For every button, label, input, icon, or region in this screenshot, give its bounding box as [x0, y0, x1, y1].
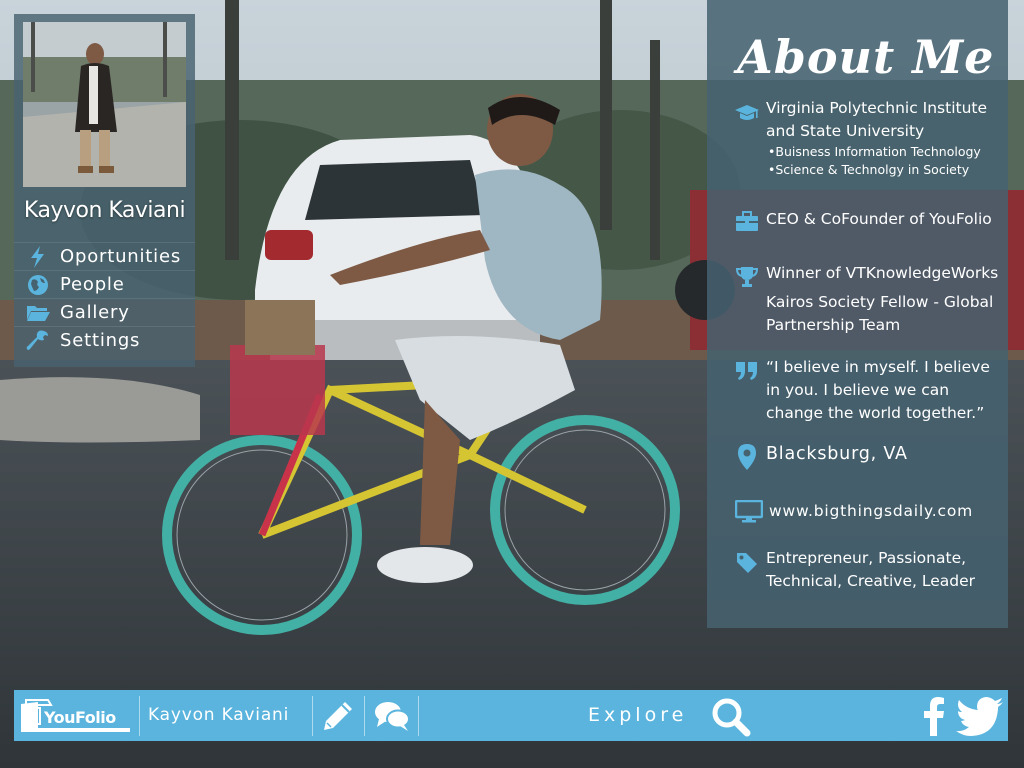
award-2-cont: Partnership Team: [766, 316, 901, 334]
bottom-bar: YouFolio Kayvon Kaviani Explore: [14, 690, 1008, 741]
search-icon[interactable]: [711, 697, 751, 737]
separator: [139, 696, 140, 736]
profile-card: Kayvon Kaviani Oportunities People Galle…: [14, 14, 195, 367]
tags-line-1: Entrepreneur, Passionate,: [766, 549, 967, 567]
nav-item-opportunities[interactable]: Oportunities: [14, 242, 195, 270]
quote-line-3: change the world together.”: [766, 404, 985, 422]
pencil-icon[interactable]: [321, 699, 355, 733]
location-text: Blacksburg, VA: [766, 444, 908, 464]
profile-photo[interactable]: [23, 22, 186, 187]
twitter-icon[interactable]: [956, 697, 1004, 737]
chat-bubbles-icon[interactable]: [374, 699, 410, 733]
profile-name: Kayvon Kaviani: [23, 198, 186, 223]
logo-text: YouFolio: [44, 708, 116, 727]
globe-icon: [26, 274, 50, 296]
education-major-1: •Buisness Information Technology: [768, 144, 981, 159]
folder-icon: [26, 302, 50, 324]
explore-label[interactable]: Explore: [588, 704, 687, 726]
about-quote: “I believe in myself. I believe in you. …: [735, 356, 1003, 428]
education-major-2: •Science & Technolgy in Society: [768, 162, 970, 177]
about-card: About Me Virginia Polytechnic Institute …: [707, 0, 1008, 628]
role-text: CEO & CoFounder of YouFolio: [766, 210, 992, 228]
award-2: Kairos Society Fellow - Global: [766, 293, 994, 311]
education-line-2: and State University: [766, 122, 925, 140]
trophy-icon: [735, 265, 759, 289]
about-location: Blacksburg, VA: [735, 443, 1003, 473]
youfolio-logo[interactable]: YouFolio: [18, 696, 138, 734]
nav-item-label: Gallery: [60, 302, 130, 323]
monitor-icon: [734, 499, 764, 524]
profile-photo-image: [23, 22, 186, 187]
education-line-1: Virginia Polytechnic Institute: [766, 99, 988, 117]
wrench-icon: [26, 330, 50, 352]
award-1: Winner of VTKnowledgeWorks: [766, 264, 999, 282]
nav-item-label: Settings: [60, 330, 141, 351]
map-pin-icon: [735, 443, 759, 470]
facebook-icon[interactable]: [922, 696, 946, 736]
profile-nav: Oportunities People Gallery Settings: [14, 242, 195, 354]
about-awards: Winner of VTKnowledgeWorks Kairos Societ…: [735, 262, 1003, 334]
briefcase-icon: [735, 209, 759, 233]
quote-icon: [735, 359, 759, 383]
separator: [418, 696, 419, 736]
about-title: About Me: [737, 30, 995, 84]
website-link[interactable]: www.bigthingsdaily.com: [769, 500, 1009, 523]
tags-line-2: Technical, Creative, Leader: [766, 572, 976, 590]
nav-item-label: People: [60, 274, 125, 295]
separator: [364, 696, 365, 736]
nav-item-people[interactable]: People: [14, 270, 195, 298]
about-role: CEO & CoFounder of YouFolio: [735, 208, 1003, 234]
graduation-cap-icon: [735, 101, 759, 125]
quote-line-1: “I believe in myself. I believe: [766, 358, 990, 376]
bar-user-name[interactable]: Kayvon Kaviani: [148, 705, 289, 725]
separator: [312, 696, 313, 736]
lightning-icon: [26, 246, 50, 268]
quote-line-2: in you. I believe we can: [766, 381, 950, 399]
about-education: Virginia Polytechnic Institute and State…: [735, 97, 1003, 183]
tag-icon: [735, 551, 759, 575]
nav-item-settings[interactable]: Settings: [14, 326, 195, 354]
nav-item-label: Oportunities: [60, 246, 181, 267]
about-website[interactable]: www.bigthingsdaily.com: [734, 499, 1003, 528]
nav-item-gallery[interactable]: Gallery: [14, 298, 195, 326]
about-tags: Entrepreneur, Passionate, Technical, Cre…: [735, 547, 1003, 597]
